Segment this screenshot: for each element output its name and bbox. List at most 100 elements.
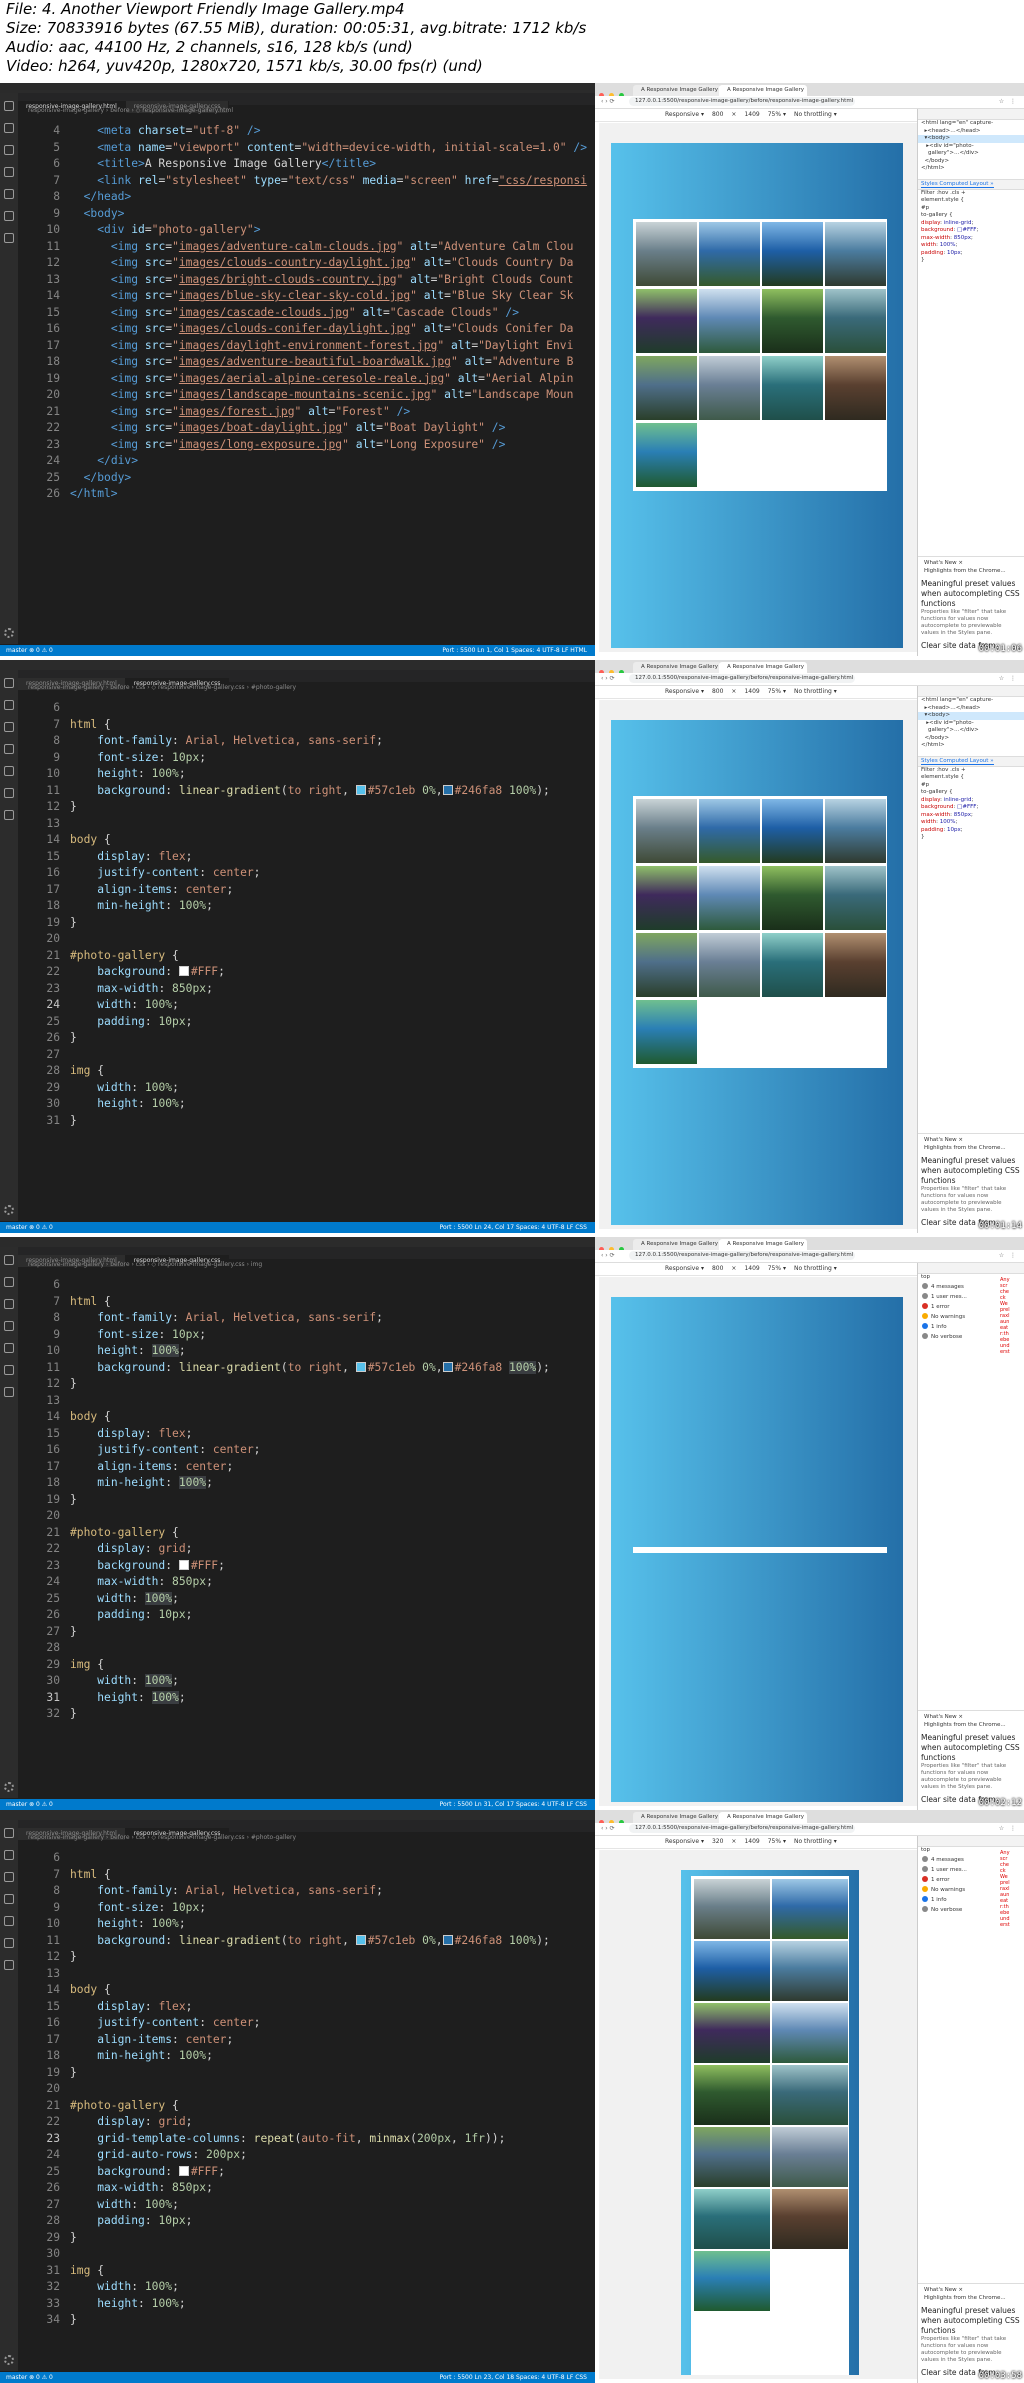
css-decl[interactable]: display: inline-grid; [918, 220, 1024, 228]
code-line[interactable]: 19} [18, 1492, 589, 1509]
device-select[interactable]: Responsive ▾ [665, 688, 704, 695]
gallery-image[interactable] [636, 866, 697, 930]
code-line[interactable]: 31} [18, 1113, 589, 1130]
styles-tabs[interactable]: Styles Computed Layout » [918, 755, 1024, 767]
editor-status[interactable]: Port : 5500 Ln 1, Col 1 Spaces: 4 UTF-8 … [442, 645, 587, 656]
gallery-image[interactable] [694, 2189, 770, 2249]
width-input[interactable]: 800 [712, 688, 723, 695]
dom-node[interactable]: gallery">…</div> [918, 727, 1024, 735]
code-line[interactable]: 21 #photo-gallery { [18, 1525, 589, 1542]
css-decl[interactable]: max-width: 850px; [918, 235, 1024, 243]
code-line[interactable]: 19} [18, 2065, 589, 2082]
code-line[interactable]: 16 justify-content: center; [18, 1442, 589, 1459]
code-line[interactable]: 21 #photo-gallery { [18, 948, 589, 965]
code-line[interactable]: 9 font-size: 10px; [18, 750, 589, 767]
code-line[interactable]: 14 body { [18, 832, 589, 849]
code-line[interactable]: 8 </head> [18, 189, 589, 206]
docker-icon[interactable] [4, 810, 14, 820]
code-line[interactable]: 17 align-items: center; [18, 882, 589, 899]
code-line[interactable]: 23 max-width: 850px; [18, 981, 589, 998]
code-line[interactable]: 10 height: 100%; [18, 1916, 589, 1933]
code-line[interactable]: 13 <img src="images/bright-clouds-countr… [18, 272, 589, 289]
gallery-image[interactable] [636, 222, 697, 286]
breadcrumb[interactable]: responsive-image-gallery › before › ◇ re… [28, 107, 233, 114]
code-line[interactable]: 25 padding: 10px; [18, 1014, 589, 1031]
code-line[interactable]: 4 <meta charset="utf-8" /> [18, 123, 589, 140]
dom-node[interactable]: </body> [918, 158, 1024, 166]
code-line[interactable]: 22 <img src="images/boat-daylight.jpg" a… [18, 420, 589, 437]
code-line[interactable]: 8 font-family: Arial, Helvetica, sans-se… [18, 733, 589, 750]
code-line[interactable]: 26 max-width: 850px; [18, 2180, 589, 2197]
code-line[interactable]: 13 [18, 1966, 589, 1983]
code-line[interactable]: 24 </div> [18, 453, 589, 470]
debug-icon[interactable] [4, 1321, 14, 1331]
url-input[interactable]: 127.0.0.1:5500/responsive-image-gallery/… [629, 1251, 855, 1260]
css-rule[interactable]: } [918, 834, 1024, 842]
css-decl[interactable]: background: □#FFF; [918, 227, 1024, 235]
code-line[interactable]: 28 padding: 10px; [18, 2213, 589, 2230]
css-rule[interactable]: #p [918, 782, 1024, 790]
code-line[interactable]: 10 height: 100%; [18, 1343, 589, 1360]
gallery-image[interactable] [694, 2251, 770, 2311]
code-line[interactable]: 34} [18, 2312, 589, 2329]
code-line[interactable]: 28 [18, 1640, 589, 1657]
gallery-image[interactable] [699, 222, 760, 286]
zoom-select[interactable]: 75% ▾ [768, 111, 786, 118]
browser-tab-active[interactable]: A Responsive Image Gallery [719, 1812, 807, 1823]
code-line[interactable]: 32} [18, 1706, 589, 1723]
browser-tab[interactable]: A Responsive Image Gallery [633, 1239, 721, 1250]
code-line[interactable]: 25 width: 100%; [18, 1591, 589, 1608]
extensions-icon[interactable] [4, 1916, 14, 1926]
search-icon[interactable] [4, 123, 14, 133]
throttle-select[interactable]: No throttling ▾ [794, 111, 837, 118]
zoom-select[interactable]: 75% ▾ [768, 688, 786, 695]
code-line[interactable]: 30 height: 100%; [18, 1096, 589, 1113]
extensions-icon[interactable] [4, 189, 14, 199]
throttle-select[interactable]: No throttling ▾ [794, 1265, 837, 1272]
search-icon[interactable] [4, 700, 14, 710]
gear-icon[interactable] [4, 2355, 14, 2365]
breadcrumb[interactable]: responsive-image-gallery › before › css … [28, 1834, 296, 1841]
code-line[interactable]: 6 [18, 1277, 589, 1294]
code-line[interactable]: 22 display: grid; [18, 1541, 589, 1558]
code-line[interactable]: 20 [18, 2081, 589, 2098]
styles-filter[interactable]: Filter :hov .cls + [918, 767, 1024, 775]
code-line[interactable]: 12} [18, 1949, 589, 1966]
code-line[interactable]: 27 [18, 1047, 589, 1064]
code-line[interactable]: 15 display: flex; [18, 1999, 589, 2016]
code-line[interactable]: 23 <img src="images/long-exposure.jpg" a… [18, 437, 589, 454]
gallery-image[interactable] [772, 1941, 848, 2001]
gallery-image[interactable] [694, 2065, 770, 2125]
remote-icon[interactable] [4, 788, 14, 798]
gallery-image[interactable] [825, 933, 886, 997]
gallery-image[interactable] [636, 356, 697, 420]
gear-icon[interactable] [4, 1782, 14, 1792]
gallery-image[interactable] [694, 1879, 770, 1939]
css-decl[interactable]: background: □#FFF; [918, 804, 1024, 812]
docker-icon[interactable] [4, 1387, 14, 1397]
explorer-icon[interactable] [4, 1255, 14, 1265]
dom-node[interactable]: ▸<head>…</head> [918, 705, 1024, 713]
code-line[interactable]: 12} [18, 799, 589, 816]
debug-icon[interactable] [4, 167, 14, 177]
code-line[interactable]: 18 <img src="images/adventure-beautiful-… [18, 354, 589, 371]
dom-node[interactable]: gallery">…</div> [918, 150, 1024, 158]
code-area[interactable]: 6 7 html {8 font-family: Arial, Helvetica,… [18, 1850, 589, 2329]
gallery-image[interactable] [825, 799, 886, 863]
code-line[interactable]: 23 background: #FFF; [18, 1558, 589, 1575]
code-line[interactable]: 15 <img src="images/cascade-clouds.jpg" … [18, 305, 589, 322]
gallery-image[interactable] [825, 289, 886, 353]
css-decl[interactable]: display: inline-grid; [918, 797, 1024, 805]
gallery-image[interactable] [772, 2189, 848, 2249]
nav-arrows-icon[interactable]: ‹ › ⟳ [601, 1823, 615, 1835]
dom-node[interactable]: ▸<div id="photo- [918, 720, 1024, 728]
gear-icon[interactable] [4, 1205, 14, 1215]
styles-tabs[interactable]: Styles Computed Layout » [918, 178, 1024, 190]
code-line[interactable]: 12 <img src="images/clouds-country-dayli… [18, 255, 589, 272]
editor-status[interactable]: Port : 5500 Ln 31, Col 17 Spaces: 4 UTF-… [440, 1799, 587, 1810]
code-line[interactable]: 18 min-height: 100%; [18, 2048, 589, 2065]
gallery-image[interactable] [762, 289, 823, 353]
code-line[interactable]: 19 <img src="images/aerial-alpine-cereso… [18, 371, 589, 388]
code-line[interactable]: 27} [18, 1624, 589, 1641]
dom-node[interactable]: <html lang="en" capture- [918, 697, 1024, 705]
